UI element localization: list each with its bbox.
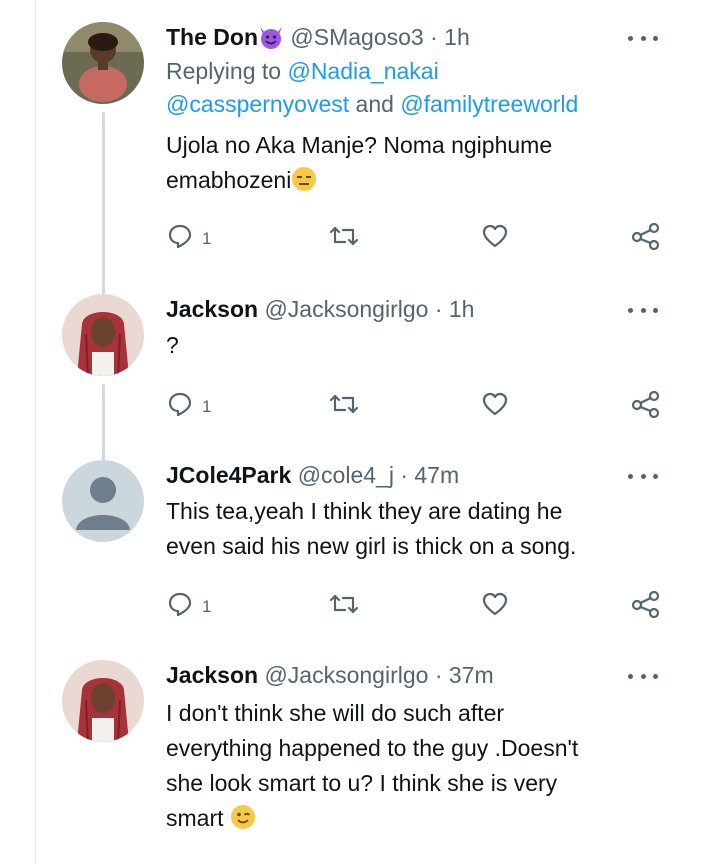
user-handle[interactable]: @cole4_j — [298, 462, 394, 488]
reply-count: 1 — [202, 596, 212, 616]
tweet-text-line: everything happened to the guy .Doesn't — [166, 735, 579, 761]
winking-face-emoji-icon — [230, 804, 256, 840]
tweet-header: Jackson @Jacksongirlgo · 1h — [166, 294, 474, 324]
tweet-text: ? — [166, 328, 666, 363]
retweet-icon — [329, 222, 359, 255]
tweet-text: This tea,yeah I think they are dating he… — [166, 494, 666, 564]
heart-icon — [481, 222, 509, 255]
tweet-header: Jackson @Jacksongirlgo · 37m — [166, 660, 494, 690]
avatar[interactable] — [62, 660, 144, 742]
user-handle[interactable]: @Jacksongirlgo — [264, 296, 428, 322]
heart-icon — [481, 390, 509, 423]
share-button[interactable] — [631, 222, 661, 255]
share-icon — [631, 222, 661, 255]
like-button[interactable] — [481, 390, 509, 423]
tweet-text-line: smart — [166, 801, 666, 840]
more-icon[interactable] — [628, 28, 658, 48]
retweet-button[interactable] — [329, 222, 359, 255]
reply-count: 1 — [202, 396, 212, 416]
heart-icon — [481, 590, 509, 623]
timestamp[interactable]: 1h — [444, 24, 470, 50]
retweet-button[interactable] — [329, 590, 359, 623]
reply-icon — [166, 590, 194, 623]
timestamp[interactable]: 37m — [449, 662, 494, 688]
display-name[interactable]: JCole4Park — [166, 462, 291, 488]
mention-link[interactable]: @casspernyovest — [166, 91, 349, 117]
timestamp[interactable]: 47m — [414, 462, 459, 488]
tweet-text: Ujola no Aka Manje? Noma ngiphume emabho… — [166, 128, 666, 202]
retweet-icon — [329, 590, 359, 623]
replying-to-label: Replying to — [166, 58, 282, 84]
tweet-text-line: I don't think she will do such after — [166, 700, 505, 726]
separator-dot: · — [400, 462, 408, 488]
retweet-icon — [329, 390, 359, 423]
reply-icon — [166, 222, 194, 255]
separator-dot: · — [434, 296, 443, 322]
tweet-text-line: ? — [166, 332, 179, 358]
tweet-text: I don't think she will do such after eve… — [166, 696, 666, 840]
separator-dot: · — [434, 662, 443, 688]
tweet-header: The Don @SMagoso3 · 1h — [166, 22, 470, 56]
tweet-text-line: even said his new girl is thick on a son… — [166, 533, 577, 559]
share-button[interactable] — [631, 390, 661, 423]
user-handle[interactable]: @Jacksongirlgo — [264, 662, 428, 688]
share-icon — [631, 390, 661, 423]
tweet-actions: 1 — [166, 590, 666, 620]
reply-button[interactable]: 1 — [166, 222, 211, 255]
reply-count: 1 — [202, 228, 212, 248]
share-icon — [631, 590, 661, 623]
tweet-actions: 1 — [166, 390, 666, 420]
reply-button[interactable]: 1 — [166, 390, 211, 423]
reply-icon — [166, 390, 194, 423]
share-button[interactable] — [631, 590, 661, 623]
tweet-text-line: Ujola no Aka Manje? Noma ngiphume — [166, 132, 553, 158]
tweet-actions: 1 — [166, 222, 666, 252]
more-icon[interactable] — [628, 466, 658, 486]
thread-connector — [102, 112, 105, 302]
tweet-text-segment: smart — [166, 805, 224, 831]
user-handle[interactable]: @SMagoso3 — [290, 24, 423, 50]
tweet-header: JCole4Park @cole4_j · 47m — [166, 460, 459, 490]
like-button[interactable] — [481, 222, 509, 255]
mention-link[interactable]: @Nadia_nakai — [287, 58, 438, 84]
retweet-button[interactable] — [329, 390, 359, 423]
tweet-text-line: This tea,yeah I think they are dating he — [166, 498, 563, 524]
like-button[interactable] — [481, 590, 509, 623]
tweet-text-segment: emabhozeni — [166, 167, 292, 193]
replying-to-continued: @casspernyovest and @familytreeworld — [166, 88, 578, 121]
display-name[interactable]: Jackson — [166, 662, 258, 688]
display-name[interactable]: Jackson — [166, 296, 258, 322]
timestamp[interactable]: 1h — [449, 296, 475, 322]
column-border — [35, 0, 36, 864]
expressionless-face-emoji-icon — [291, 166, 317, 202]
avatar[interactable] — [62, 22, 144, 104]
separator-dot: · — [430, 24, 438, 50]
more-icon[interactable] — [628, 666, 658, 686]
replying-to: Replying to @Nadia_nakai — [166, 55, 439, 88]
reply-thread: The Don @SMagoso3 · 1h Replying to @Nadi… — [0, 0, 720, 864]
smiling-devil-emoji-icon — [258, 25, 284, 56]
mention-link[interactable]: @familytreeworld — [400, 91, 578, 117]
replying-and: and — [355, 91, 394, 117]
tweet-text-line: emabhozeni — [166, 163, 666, 202]
tweet-text-line: she look smart to u? I think she is very — [166, 770, 558, 796]
more-icon[interactable] — [628, 300, 658, 320]
avatar[interactable] — [62, 460, 144, 542]
avatar[interactable] — [62, 294, 144, 376]
reply-button[interactable]: 1 — [166, 590, 211, 623]
display-name[interactable]: The Don — [166, 24, 258, 50]
